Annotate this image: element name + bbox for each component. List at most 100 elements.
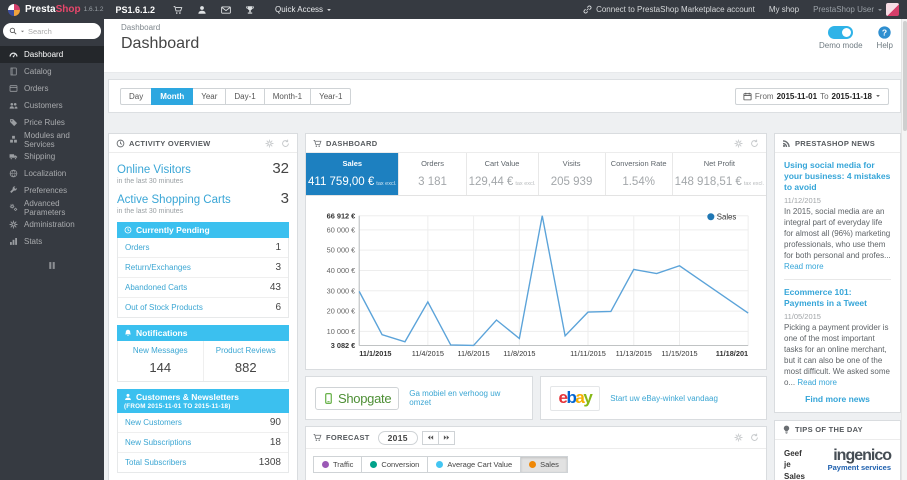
svg-text:11/6/2015: 11/6/2015 — [457, 349, 489, 358]
sidebar-item-modules[interactable]: Modules and Services — [0, 131, 104, 149]
dashboard-cart-icon — [313, 139, 322, 148]
user-menu[interactable]: PrestaShop User — [813, 3, 899, 16]
previous-year-button[interactable] — [421, 430, 439, 445]
forecast-cart-icon — [313, 433, 322, 442]
quick-access-menu[interactable]: Quick Access — [275, 5, 332, 14]
scrollbar-thumb[interactable] — [903, 21, 907, 131]
kpi-tab-conversion-rate[interactable]: Conversion Rate 1.54% — [606, 153, 673, 195]
range-year-1-button[interactable]: Year-1 — [310, 87, 352, 105]
sidebar-item-orders[interactable]: Orders — [0, 80, 104, 97]
notifications-new-messages[interactable]: New Messages 144 — [118, 341, 204, 381]
svg-text:30 000 €: 30 000 € — [327, 286, 356, 295]
prestashop-news-panel: PRESTASHOP NEWS Using social media for y… — [774, 133, 901, 413]
range-button-group: Day Month Year Day-1 Month-1 Year-1 — [120, 87, 352, 105]
help-button[interactable]: ? Help — [877, 26, 893, 50]
phone-icon — [323, 392, 334, 404]
sidebar-item-advanced-parameters[interactable]: Advanced Parameters — [0, 199, 104, 217]
metric-sales-button[interactable]: Sales — [520, 456, 568, 474]
pending-row-abandoned-carts[interactable]: Abandoned Carts 43 — [118, 278, 288, 298]
range-day-1-button[interactable]: Day-1 — [225, 87, 265, 105]
article-title-link[interactable]: Using social media for your business: 4 … — [784, 160, 891, 193]
sidebar-item-localization[interactable]: Localization — [0, 165, 104, 182]
sidebar-item-price-rules[interactable]: Price Rules — [0, 114, 104, 131]
next-year-button[interactable] — [437, 430, 455, 445]
sidebar: Dashboard Catalog Orders Customers Price… — [0, 19, 104, 480]
wrench-icon — [9, 186, 18, 195]
sidebar-collapse-icon[interactable] — [46, 260, 58, 271]
metric-traffic-button[interactable]: Traffic — [313, 456, 363, 474]
panel-settings-icon[interactable] — [734, 433, 743, 442]
marketplace-link[interactable]: Connect to PrestaShop Marketplace accoun… — [583, 5, 755, 14]
sidebar-item-dashboard[interactable]: Dashboard — [0, 46, 104, 63]
sales-chart: 66 912 € 60 000 € 50 000 € 40 000 € 30 000 €… — [306, 196, 766, 369]
cart-icon[interactable] — [173, 5, 183, 15]
panel-refresh-icon[interactable] — [750, 433, 759, 442]
sidebar-item-label: Catalog — [24, 67, 52, 76]
messages-icon[interactable] — [221, 5, 231, 15]
online-visitors-sub: in the last 30 minutes — [117, 178, 184, 185]
pending-row-returns[interactable]: Return/Exchanges 3 — [118, 258, 288, 278]
kpi-tab-orders[interactable]: Orders 3 181 — [399, 153, 467, 195]
sidebar-item-administration[interactable]: Administration — [0, 216, 104, 233]
sidebar-item-label: Administration — [24, 220, 75, 229]
range-month-1-button[interactable]: Month-1 — [263, 87, 312, 105]
ingenico-logo[interactable]: ingenico Payment services — [813, 447, 892, 473]
breadcrumb[interactable]: Dashboard — [121, 23, 895, 32]
svg-text:10 000 €: 10 000 € — [327, 327, 356, 336]
find-more-news-link[interactable]: Find more news — [784, 389, 891, 408]
article-title-link[interactable]: Ecommerce 101: Payments in a Tweet — [784, 287, 891, 309]
metric-average-cart-value-button[interactable]: Average Cart Value — [427, 456, 522, 474]
panel-settings-icon[interactable] — [265, 139, 274, 148]
metric-conversion-button[interactable]: Conversion — [361, 456, 429, 474]
online-visitors-link[interactable]: Online Visitors — [117, 164, 191, 176]
panel-refresh-icon[interactable] — [281, 139, 290, 148]
globe-icon — [9, 169, 18, 178]
read-more-link[interactable]: Read more — [797, 378, 837, 387]
customers-row-new-subscriptions[interactable]: New Subscriptions 18 — [118, 433, 288, 453]
range-year-button[interactable]: Year — [192, 87, 227, 105]
panel-refresh-icon[interactable] — [750, 139, 759, 148]
svg-text:11/1/2015: 11/1/2015 — [359, 349, 391, 358]
page-scrollbar[interactable] — [901, 19, 907, 480]
sidebar-item-catalog[interactable]: Catalog — [0, 63, 104, 80]
sidebar-item-shipping[interactable]: Shipping — [0, 148, 104, 165]
sidebar-item-label: Localization — [24, 169, 67, 178]
kpi-tab-net-profit[interactable]: Net Profit 148 918,51 € tax excl. — [673, 153, 766, 195]
kpi-tab-cart-value[interactable]: Cart Value 129,44 € tax excl. — [467, 153, 539, 195]
pending-row-out-of-stock[interactable]: Out of Stock Products 6 — [118, 298, 288, 317]
panel-title: TIPS OF THE DAY — [795, 425, 863, 435]
cogs-icon — [9, 203, 18, 212]
range-month-button[interactable]: Month — [151, 87, 194, 105]
date-range-picker[interactable]: From 2015-11-01 To 2015-11-18 — [734, 87, 889, 105]
shopgate-link[interactable]: Ga mobiel en verhoog uw omzet — [409, 389, 522, 407]
ebay-link[interactable]: Start uw eBay-winkel vandaag — [610, 394, 718, 403]
range-day-button[interactable]: Day — [120, 87, 153, 105]
active-carts-link[interactable]: Active Shopping Carts — [117, 194, 231, 206]
read-more-link[interactable]: Read more — [784, 262, 824, 271]
sidebar-item-label: Preferences — [24, 186, 68, 195]
news-article: Using social media for your business: 4 … — [784, 160, 891, 272]
sidebar-item-preferences[interactable]: Preferences — [0, 182, 104, 199]
svg-text:11/15/2015: 11/15/2015 — [661, 349, 697, 358]
toggle-switch[interactable] — [828, 26, 854, 39]
demo-mode-toggle[interactable]: Demo mode — [819, 26, 863, 50]
kpi-tab-sales[interactable]: Sales 411 759,00 € tax excl. — [306, 153, 400, 195]
badges-icon[interactable] — [245, 5, 255, 15]
chevron-down-icon[interactable] — [20, 29, 25, 34]
employees-icon[interactable] — [197, 5, 207, 15]
panel-settings-icon[interactable] — [734, 139, 743, 148]
sidebar-item-customers[interactable]: Customers — [0, 97, 104, 114]
kpi-tab-visits[interactable]: Visits 205 939 — [539, 153, 606, 195]
search-input[interactable] — [28, 26, 83, 36]
customers-row-total-subscribers[interactable]: Total Subscribers 1308 — [118, 453, 288, 472]
user-icon — [124, 393, 132, 401]
orders-icon — [9, 84, 18, 93]
pending-row-orders[interactable]: Orders 1 — [118, 238, 288, 258]
sidebar-item-stats[interactable]: Stats — [0, 233, 104, 250]
notifications-product-reviews[interactable]: Product Reviews 882 — [204, 341, 289, 381]
conversion-dot-icon — [370, 461, 378, 469]
my-shop-link[interactable]: My shop — [769, 5, 799, 14]
brand-wordmark[interactable]: PrestaShop — [25, 4, 81, 15]
sidebar-search[interactable] — [3, 23, 101, 39]
customers-row-new-customers[interactable]: New Customers 90 — [118, 413, 288, 433]
